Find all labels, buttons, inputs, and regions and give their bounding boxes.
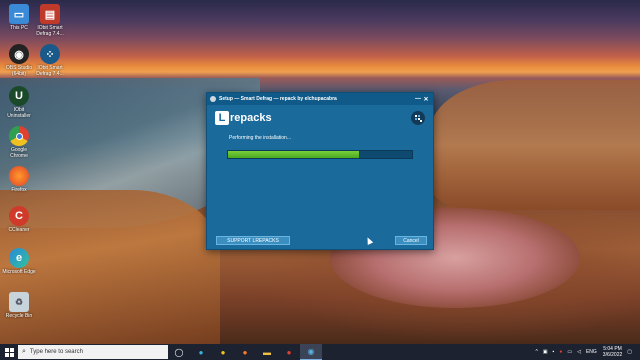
taskbar-clock[interactable]: 5:04 PM 3/6/2022 (603, 346, 622, 358)
desktop-icon-uninstaller[interactable]: U IObit Uninstaller (2, 86, 36, 119)
chrome-icon: ● (220, 347, 226, 357)
ccleaner-icon: ● (286, 347, 292, 357)
taskbar-app-firefox[interactable]: ● (234, 344, 256, 360)
search-icon: ⌕ (22, 348, 26, 355)
recycle-bin-icon: ♻ (9, 292, 29, 312)
setup-header: L repacks (207, 105, 433, 131)
desktop-icon-label: Google Chrome (10, 147, 28, 159)
archive-icon: ▤ (40, 4, 60, 24)
app-icon (210, 96, 216, 102)
edge-icon: ● (198, 347, 204, 357)
taskbar-app-setup[interactable]: ◉ (300, 344, 322, 360)
defrag-icon: ⁘ (40, 44, 60, 64)
support-lrepacks-button[interactable]: SUPPORT LREPACKS (216, 236, 290, 245)
desktop-icon-edge[interactable]: e Microsoft Edge (2, 248, 36, 275)
search-placeholder: Type here to search (29, 349, 83, 355)
ccleaner-icon: C (9, 206, 29, 226)
task-view-icon: ◯ (174, 347, 184, 357)
taskbar-app-ccleaner[interactable]: ● (278, 344, 300, 360)
computer-icon: ▭ (9, 4, 29, 24)
tray-network-icon[interactable]: ▭ (567, 349, 572, 355)
system-tray: ^ ▣ ▪ ● ▭ ◁ ENG 5:04 PM 3/6/2022 ▢ (530, 344, 632, 360)
language-indicator[interactable]: ENG (586, 349, 597, 355)
desktop-icon-label: CCleaner (8, 227, 30, 233)
smart-defrag-logo-icon (411, 111, 425, 125)
task-view-button[interactable]: ◯ (168, 344, 190, 360)
lrepacks-logo-icon: L (215, 111, 229, 125)
desktop-icon-smart-defrag-2[interactable]: ⁘ IObit Smart Defrag 7.4... (30, 44, 70, 77)
clock-date: 3/6/2022 (602, 352, 623, 358)
desktop-icon-recycle-bin[interactable]: ♻ Recycle Bin (2, 292, 36, 319)
windows-logo-icon (4, 347, 14, 357)
desktop-icon-smart-defrag-1[interactable]: ▤ IObit Smart Defrag 7.4... (30, 4, 70, 37)
desktop-icon-label: IObit Smart Defrag 7.4... (36, 65, 64, 77)
desktop-icon-label: IObit Smart Defrag 7.4... (36, 25, 64, 37)
minimize-button[interactable]: — (414, 96, 422, 102)
chrome-icon (9, 126, 29, 146)
firefox-icon (9, 166, 29, 186)
edge-icon: e (9, 248, 29, 268)
taskbar-app-edge[interactable]: ● (190, 344, 212, 360)
taskbar-search[interactable]: ⌕ Type here to search (18, 345, 168, 359)
close-button[interactable]: ✕ (422, 96, 430, 103)
uninstaller-icon: U (9, 86, 29, 106)
desktop-icon-label: Firefox (11, 187, 27, 193)
folder-icon: ▬ (263, 347, 271, 357)
desktop-icon-ccleaner[interactable]: C CCleaner (2, 206, 36, 233)
lrepacks-logo-text: repacks (230, 112, 272, 124)
setup-titlebar[interactable]: Setup — Smart Defrag — repack by elchupa… (207, 93, 433, 105)
desktop-icon-label: Microsoft Edge (2, 269, 36, 275)
taskbar-app-file-explorer[interactable]: ▬ (256, 344, 278, 360)
setup-window: Setup — Smart Defrag — repack by elchupa… (206, 92, 434, 250)
tray-volume-icon[interactable]: ◁ (577, 349, 581, 355)
install-progress-fill (228, 151, 359, 158)
window-title: Setup — Smart Defrag — repack by elchupa… (219, 96, 337, 102)
desktop-icon-label: IObit Uninstaller (7, 107, 31, 119)
desktop-icon-chrome[interactable]: Google Chrome (2, 126, 36, 159)
start-button[interactable] (0, 344, 18, 360)
desktop-icon-firefox[interactable]: Firefox (2, 166, 36, 193)
tray-camera-icon[interactable]: ▪ (553, 349, 555, 355)
tray-app-icon[interactable]: ▣ (543, 349, 548, 355)
installation-status: Performing the installation... (229, 135, 291, 141)
tray-record-icon[interactable]: ● (559, 349, 562, 355)
wallpaper-rocks-right (430, 80, 640, 210)
setup-app-icon: ◉ (307, 347, 315, 356)
obs-icon: ◉ (9, 44, 29, 64)
install-progress-bar (227, 150, 413, 159)
desktop-icon-label: Recycle Bin (5, 313, 33, 319)
notifications-icon[interactable]: ▢ (627, 349, 632, 355)
taskbar-app-chrome[interactable]: ● (212, 344, 234, 360)
taskbar: ⌕ Type here to search ◯ ● ● ● ▬ ● ◉ ^ ▣ … (0, 344, 640, 360)
cancel-button[interactable]: Cancel (395, 236, 427, 245)
firefox-icon: ● (242, 347, 248, 357)
tray-chevron-icon[interactable]: ^ (535, 349, 537, 355)
